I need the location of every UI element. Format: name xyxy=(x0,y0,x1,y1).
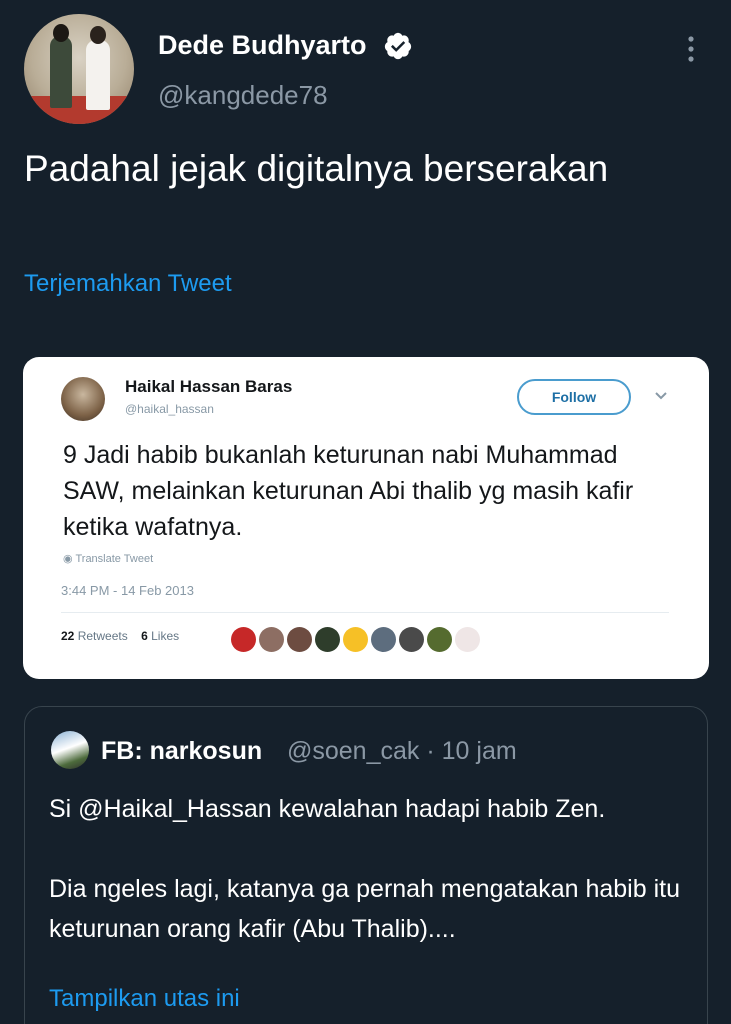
attached-image[interactable]: Haikal Hassan Baras @haikal_hassan Follo… xyxy=(23,357,709,679)
liker-avatar xyxy=(427,627,452,652)
liker-avatar xyxy=(287,627,312,652)
quoted-tweet-text: Si @Haikal_Hassan kewalahan hadapi habib… xyxy=(49,789,699,949)
globe-icon: ◉ xyxy=(63,553,73,565)
quoted-author-name: FB: narkosun xyxy=(101,737,263,765)
meta-separator: · xyxy=(426,737,435,765)
liker-avatars xyxy=(231,627,480,652)
likes-count: 6 xyxy=(141,629,148,643)
avatar-photo-head-left xyxy=(53,24,69,42)
author-avatar[interactable] xyxy=(24,14,134,124)
embedded-translate-text: Translate Tweet xyxy=(75,553,154,565)
author-handle[interactable]: @kangdede78 xyxy=(158,80,328,111)
liker-avatar xyxy=(343,627,368,652)
embedded-timestamp: 3:44 PM - 14 Feb 2013 xyxy=(61,583,194,598)
translate-tweet-link[interactable]: Terjemahkan Tweet xyxy=(24,270,232,298)
embedded-divider xyxy=(61,612,669,613)
quoted-meta: @soen_cak · 10 jam xyxy=(287,737,517,766)
author-display-name[interactable]: Dede Budhyarto xyxy=(158,30,367,61)
embedded-translate-label: ◉ Translate Tweet xyxy=(63,552,153,565)
more-options-icon[interactable] xyxy=(680,34,702,64)
embedded-author-name: Haikal Hassan Baras xyxy=(125,377,293,396)
show-thread-link[interactable]: Tampilkan utas ini xyxy=(49,985,240,1013)
quoted-author-avatar xyxy=(51,731,89,769)
embedded-tweet-text: 9 Jadi habib bukanlah keturunan nabi Muh… xyxy=(63,441,634,541)
avatar-photo-person-right xyxy=(86,40,110,110)
liker-avatar xyxy=(399,627,424,652)
quoted-author-handle: @soen_cak xyxy=(287,737,420,765)
avatar-photo-floor xyxy=(24,96,134,124)
embedded-stats: 22 Retweets 6 Likes xyxy=(61,629,179,643)
quoted-tweet[interactable]: FB: narkosun @soen_cak · 10 jam Si @Haik… xyxy=(24,706,708,1024)
tweet-text: Padahal jejak digitalnya berserakan xyxy=(24,148,609,189)
quoted-paragraph-2: Dia ngeles lagi, katanya ga pernah menga… xyxy=(49,875,680,943)
liker-avatar xyxy=(371,627,396,652)
verified-badge-icon xyxy=(384,32,412,60)
liker-avatar xyxy=(259,627,284,652)
embedded-avatar xyxy=(61,377,105,421)
retweets-count: 22 xyxy=(61,629,75,643)
avatar-photo-head-right xyxy=(90,26,106,44)
embedded-author-handle: @haikal_hassan xyxy=(125,402,214,416)
retweets-label: Retweets xyxy=(77,629,128,643)
liker-avatar xyxy=(455,627,480,652)
liker-avatar xyxy=(315,627,340,652)
chevron-down-icon xyxy=(655,392,667,400)
likes-label: Likes xyxy=(151,629,180,643)
liker-avatar xyxy=(231,627,256,652)
embedded-follow-button: Follow xyxy=(517,379,631,415)
quoted-paragraph-1: Si @Haikal_Hassan kewalahan hadapi habib… xyxy=(49,795,606,823)
quoted-timestamp: 10 jam xyxy=(441,737,517,765)
avatar-photo-person-left xyxy=(50,36,72,108)
